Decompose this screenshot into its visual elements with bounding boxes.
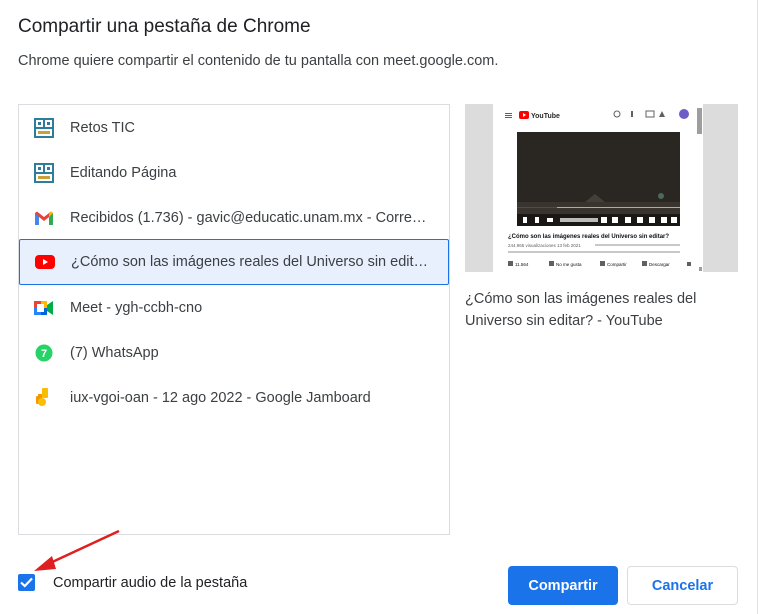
tab-item-label: Editando Página	[70, 164, 177, 181]
tab-list: Retos TIC Editando Página Recibidos (1.7…	[18, 104, 450, 535]
tab-item-label: Recibidos (1.736) - gavic@educatic.unam.…	[70, 209, 432, 226]
unam-icon	[34, 117, 54, 138]
tab-item-meet[interactable]: Meet - ygh-ccbh-cno	[19, 285, 449, 330]
tab-item-label: Retos TIC	[70, 119, 136, 136]
unam-icon	[34, 162, 54, 183]
tab-item-label: Meet - ygh-ccbh-cno	[70, 299, 203, 316]
svg-text:244.965 visualizaciones 13 fe: 244.965 visualizaciones 13 feb 2021	[508, 243, 581, 248]
tab-item-gmail[interactable]: Recibidos (1.736) - gavic@educatic.unam.…	[19, 195, 449, 240]
share-audio-checkbox[interactable]	[18, 574, 35, 591]
google-meet-icon	[34, 298, 54, 318]
tab-item-youtube[interactable]: ¿Cómo son las imágenes reales del Univer…	[19, 239, 449, 285]
svg-text:Descargar: Descargar	[649, 262, 670, 267]
gmail-icon	[34, 208, 54, 228]
svg-text:¿Cómo son las imágenes reales: ¿Cómo son las imágenes reales del Univer…	[508, 234, 669, 240]
svg-text:Compartir: Compartir	[607, 262, 627, 267]
check-icon	[20, 577, 33, 588]
share-audio-label: Compartir audio de la pestaña	[53, 574, 248, 591]
tab-item-editando-pagina[interactable]: Editando Página	[19, 150, 449, 195]
cancel-button[interactable]: Cancelar	[627, 566, 738, 605]
tab-item-label: iux-vgoi-oan - 12 ago 2022 - Google Jamb…	[70, 389, 371, 406]
tab-item-retos-tic[interactable]: Retos TIC	[19, 105, 449, 150]
youtube-page-thumbnail: YouTube ¿Cómo son las imágenes reales de…	[465, 104, 738, 272]
svg-text:No me gusta: No me gusta	[556, 262, 582, 267]
youtube-icon	[35, 252, 55, 272]
jamboard-icon	[34, 387, 54, 408]
tab-preview-thumbnail: YouTube ¿Cómo son las imágenes reales de…	[465, 104, 738, 272]
tab-item-jamboard[interactable]: iux-vgoi-oan - 12 ago 2022 - Google Jamb…	[19, 375, 449, 420]
svg-text:11.564: 11.564	[515, 262, 529, 267]
share-audio-option[interactable]: Compartir audio de la pestaña	[18, 574, 247, 591]
dialog-title: Compartir una pestaña de Chrome	[18, 16, 311, 37]
tab-item-whatsapp[interactable]: 7 (7) WhatsApp	[19, 330, 449, 375]
svg-text:YouTube: YouTube	[531, 113, 560, 120]
preview-caption: ¿Cómo son las imágenes reales del Univer…	[465, 291, 697, 329]
share-button[interactable]: Compartir	[508, 566, 618, 605]
tab-item-label: ¿Cómo son las imágenes reales del Univer…	[71, 254, 433, 270]
svg-text:7: 7	[41, 348, 47, 360]
tab-item-label: (7) WhatsApp	[70, 344, 159, 361]
whatsapp-icon: 7	[34, 343, 54, 363]
dialog-subtitle: Chrome quiere compartir el contenido de …	[18, 53, 499, 69]
